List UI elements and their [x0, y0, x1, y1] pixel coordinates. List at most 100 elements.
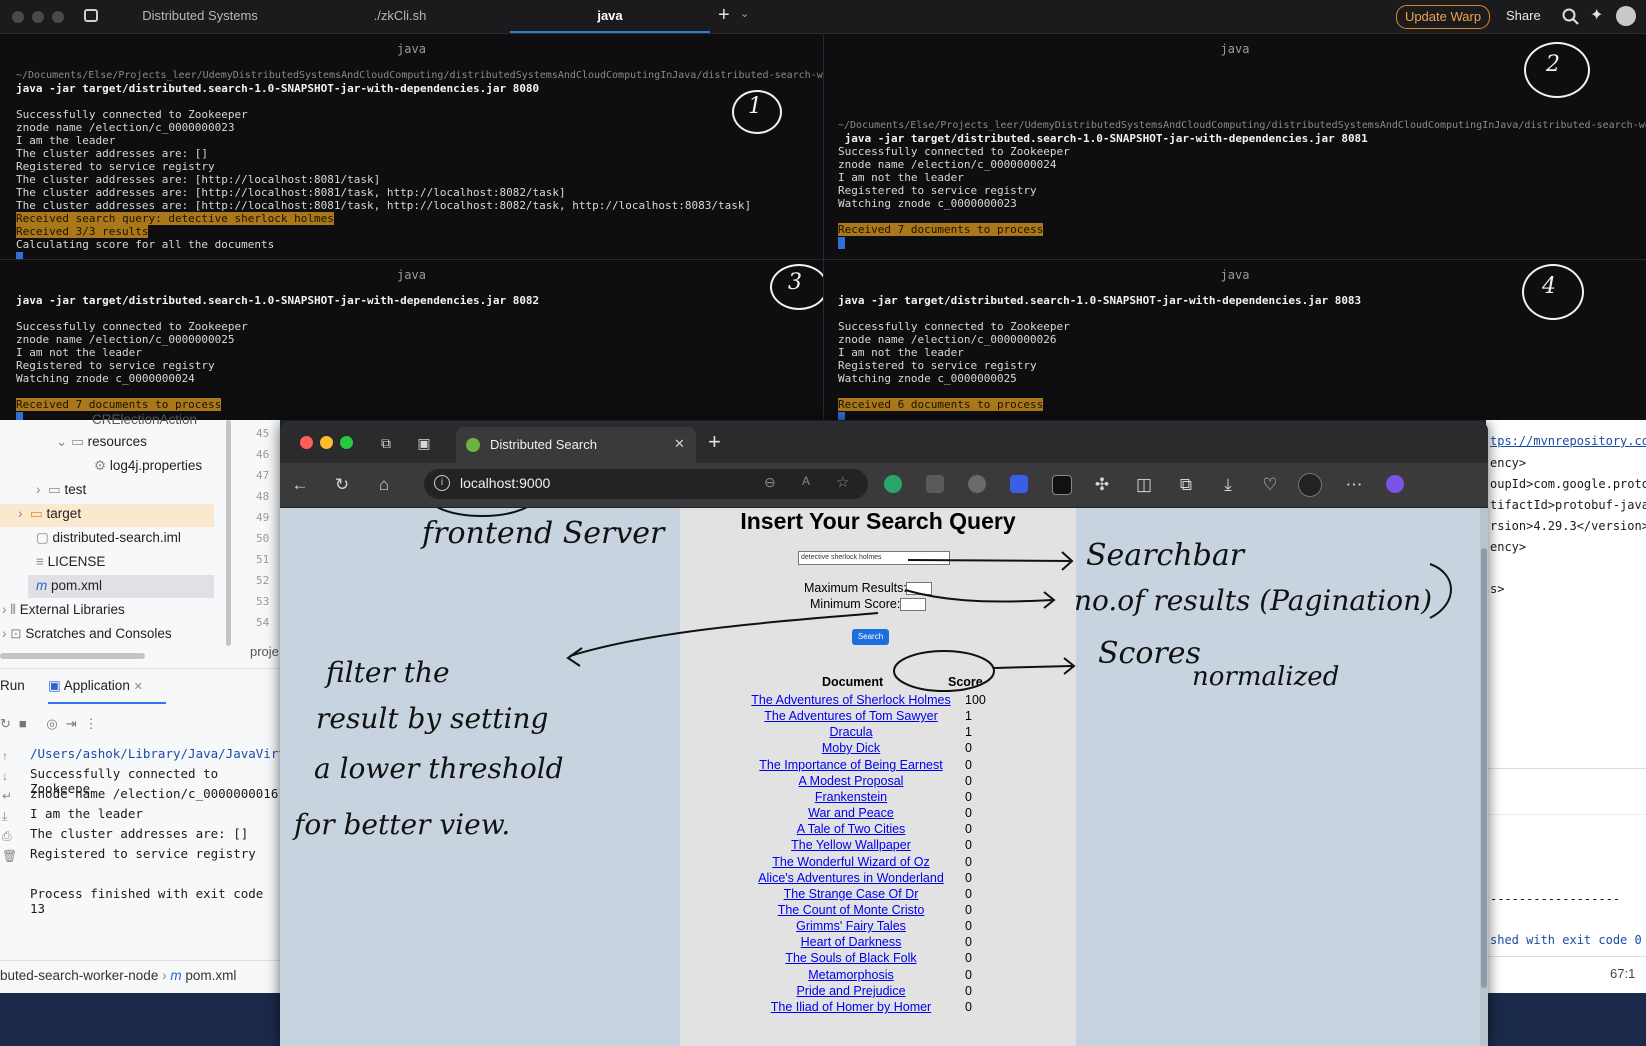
- more-menu-icon[interactable]: ⋯: [1342, 473, 1366, 497]
- tree-item-iml[interactable]: ▢ distributed-search.iml: [36, 530, 181, 546]
- zoom-window-button[interactable]: [340, 436, 353, 449]
- close-window-button[interactable]: [12, 11, 24, 23]
- annotation-filter-line: a lower threshold: [314, 752, 564, 785]
- vertical-tabs-icon[interactable]: ▣: [412, 431, 436, 455]
- tab-application[interactable]: ▣ Application ✕: [48, 678, 143, 694]
- tree-item-scratches[interactable]: › ⊡ Scratches and Consoles: [2, 626, 172, 642]
- command-line: java -jar target/distributed.search-1.0-…: [16, 294, 540, 307]
- extension-icon[interactable]: [968, 475, 986, 493]
- line-number: 52: [256, 574, 270, 587]
- grammarly-extension-icon[interactable]: [884, 475, 902, 493]
- close-tab-icon[interactable]: ✕: [674, 436, 685, 452]
- code-line: rsion>4.29.3</version>: [1490, 519, 1646, 533]
- extension-icon[interactable]: [926, 475, 944, 493]
- code-line: tps://mvnrepository.co: [1490, 434, 1646, 448]
- console-side-toolbar[interactable]: ↑ ↓ ↵ ⤓ ⎙ 🗑: [2, 746, 17, 866]
- highlighted-line: Received search query: detective sherloc…: [16, 212, 334, 225]
- downloads-icon[interactable]: ⤓: [1216, 473, 1240, 497]
- cursor-position[interactable]: 67:1: [1610, 966, 1635, 981]
- terminal-pane-3[interactable]: java java -jar target/distributed.search…: [0, 260, 823, 420]
- folder-icon: ▭: [71, 434, 84, 449]
- filter-arrow: [569, 612, 879, 657]
- extensions-puzzle-icon[interactable]: ✣: [1090, 473, 1114, 497]
- working-directory: ~/Documents/Else/Projects_leer/UdemyDist…: [16, 70, 823, 81]
- profile-avatar[interactable]: [1298, 473, 1322, 497]
- workspaces-icon[interactable]: ⧉: [374, 431, 398, 455]
- url-text[interactable]: localhost:9000: [460, 475, 550, 491]
- console-line: znode name /election/c_0000000016: [30, 786, 279, 801]
- highlighted-line: Received 7 documents to process: [16, 398, 222, 411]
- tree-item-log4j[interactable]: ⚙ log4j.properties: [94, 458, 202, 474]
- split-screen-icon[interactable]: ◫: [1132, 473, 1156, 497]
- output-line: I am not the leader: [838, 346, 964, 359]
- line-number: 54: [256, 616, 270, 629]
- minimize-window-button[interactable]: [32, 11, 44, 23]
- chevron-down-icon[interactable]: ⌄: [740, 7, 749, 20]
- favorite-star-icon[interactable]: ☆: [836, 473, 849, 491]
- copilot-icon[interactable]: [1386, 475, 1404, 493]
- output-line: Registered to service registry: [16, 160, 215, 173]
- annotation-filter-line: for better view.: [294, 808, 511, 841]
- close-window-button[interactable]: [300, 436, 313, 449]
- new-tab-plus-icon[interactable]: +: [718, 4, 730, 27]
- scrollbar-thumb[interactable]: [1481, 548, 1487, 988]
- tree-item-resources[interactable]: ⌄ ▭ resources: [56, 434, 147, 450]
- line-number: 50: [256, 532, 270, 545]
- pane-divider[interactable]: [0, 259, 1646, 260]
- tree-item-license[interactable]: ≡ LICENSE: [36, 554, 105, 569]
- pocket-extension-icon[interactable]: [1052, 475, 1072, 495]
- zoom-window-button[interactable]: [52, 11, 64, 23]
- read-aloud-icon[interactable]: A: [802, 474, 810, 488]
- terminal-cursor: [838, 412, 845, 420]
- info-icon[interactable]: i: [434, 475, 450, 491]
- tab-zkcli[interactable]: ./zkCli.sh: [310, 0, 490, 33]
- update-warp-button[interactable]: Update Warp: [1396, 5, 1490, 29]
- terminal-pane-4[interactable]: java java -jar target/distributed.search…: [824, 260, 1646, 420]
- project-tab[interactable]: proje: [250, 644, 279, 659]
- reload-icon[interactable]: ↻: [330, 473, 354, 497]
- console-line: Process finished with exit code 13: [30, 886, 264, 916]
- vertical-scrollbar[interactable]: [226, 420, 231, 646]
- tab-distributed-systems[interactable]: Distributed Systems: [110, 0, 290, 33]
- tree-item-pom[interactable]: m pom.xml: [36, 578, 102, 593]
- browser-essentials-icon[interactable]: ♡: [1258, 473, 1282, 497]
- address-bar[interactable]: i localhost:9000 ⊖ A ☆: [424, 469, 868, 499]
- horizontal-scrollbar[interactable]: [0, 653, 145, 659]
- run-label: Run: [0, 678, 25, 693]
- tree-item-target[interactable]: › ▭ target: [18, 506, 81, 522]
- chevron-down-icon: ⌄: [56, 434, 68, 449]
- minimize-window-button[interactable]: [320, 436, 333, 449]
- annotation-pagination: no.of results (Pagination): [1074, 584, 1433, 617]
- tab-java[interactable]: java: [510, 0, 710, 33]
- page-scrollbar[interactable]: [1480, 508, 1488, 1046]
- bitwarden-extension-icon[interactable]: [1010, 475, 1028, 493]
- close-icon[interactable]: ✕: [134, 681, 143, 693]
- tree-item-partial[interactable]: CRElectionAction: [92, 412, 197, 427]
- terminal-pane-2[interactable]: java ~/Documents/Else/Projects_leer/Udem…: [824, 34, 1646, 259]
- run-toolbar[interactable]: ↻■ ◎⇥⋮: [0, 716, 106, 732]
- pane-divider[interactable]: [823, 33, 824, 420]
- tree-item-external-libraries[interactable]: › ⫴ External Libraries: [2, 602, 125, 618]
- annotation-scores: Scores: [1098, 636, 1201, 671]
- back-arrow-icon[interactable]: ←: [288, 473, 312, 497]
- zoom-out-icon[interactable]: ⊖: [764, 474, 776, 491]
- tree-item-test[interactable]: › ▭ test: [36, 482, 86, 498]
- terminal-pane-1[interactable]: java ~/Documents/Else/Projects_leer/Udem…: [0, 34, 823, 259]
- divider: [1486, 814, 1646, 815]
- breadcrumb-module[interactable]: buted-search-worker-node: [0, 968, 158, 983]
- new-tab-plus-icon[interactable]: +: [708, 429, 721, 455]
- search-icon[interactable]: [1562, 8, 1580, 26]
- avatar[interactable]: [1616, 6, 1636, 26]
- ai-sparkle-icon[interactable]: ✦: [1590, 5, 1603, 25]
- browser-tab-bar: ⧉ ▣ Distributed Search ✕ +: [280, 421, 1488, 463]
- share-button[interactable]: Share: [1506, 0, 1541, 33]
- tab-title: Distributed Search: [490, 437, 597, 452]
- divider: [1486, 768, 1646, 769]
- sidebar-toggle-icon[interactable]: [84, 9, 98, 22]
- collections-icon[interactable]: ⧉: [1174, 473, 1198, 497]
- pane-output: java -jar target/distributed.search-1.0-…: [838, 294, 1361, 420]
- breadcrumb-file[interactable]: pom.xml: [185, 968, 236, 983]
- tab-distributed-search[interactable]: Distributed Search ✕: [456, 427, 696, 463]
- home-icon[interactable]: ⌂: [372, 473, 396, 497]
- chevron-right-icon: ›: [18, 506, 23, 521]
